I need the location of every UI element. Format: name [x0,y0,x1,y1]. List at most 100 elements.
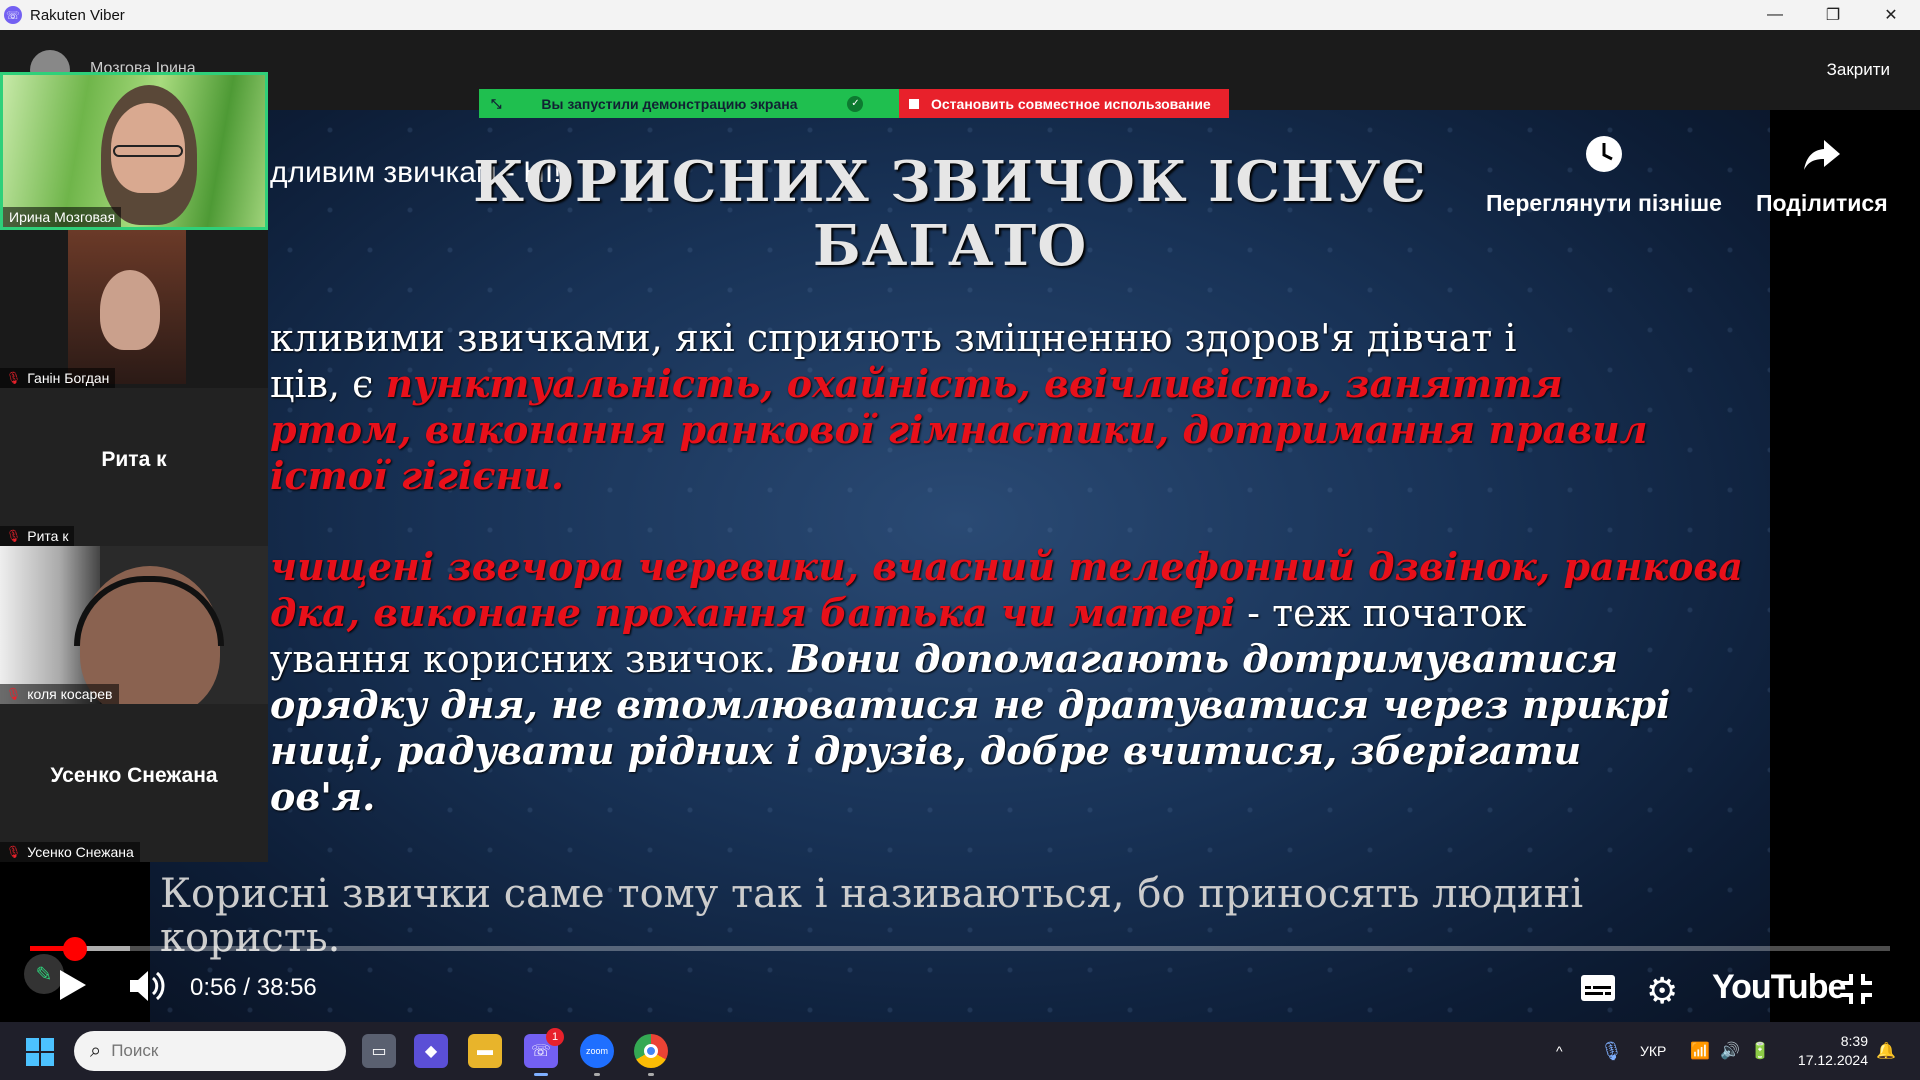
zoom-taskbar-icon[interactable]: zoom [580,1034,614,1076]
slide-text-emphasis: Вони допомагають дотримуватися [788,636,1619,681]
participant-name: Рита к [27,528,69,544]
exit-fullscreen-button[interactable] [1840,972,1874,1011]
participant-label: 🎙 коля косарев [0,684,119,704]
close-call-view-button[interactable]: Закрити [1827,60,1890,80]
participant-name: Ирина Мозговая [9,209,116,225]
participant-tile[interactable]: Ирина Мозговая [0,72,268,230]
participant-face [100,270,160,350]
slide-title-line: БАГАТО [812,213,1088,279]
slide-text: ців, є [270,362,386,406]
windows-taskbar: ⌕ ▭ ◆ ▬ ☏ 1 zoom ^ 🎙 УКР 📶 🔊 🔋 8:39 17.1… [0,1022,1920,1080]
windows-start-icon[interactable] [26,1038,54,1066]
zoom-label: zoom [585,1046,608,1056]
settings-gear-icon[interactable]: ⚙ [1646,970,1678,1012]
drag-handle-icon[interactable]: ⤡ [491,96,501,112]
exit-fullscreen-icon [1842,974,1872,1004]
slide-text-highlight: ртом, виконання ранкової гімнастики, дот… [270,407,1648,452]
participant-name: Усенко Снежана [27,844,134,860]
participant-placeholder-name: Рита к [101,448,167,471]
slide-paragraph: кливими звичками, які сприяють зміцненню… [270,316,1770,499]
participant-label: 🎙 Усенко Снежана [0,842,140,862]
close-window-button[interactable]: ✕ [1862,0,1920,30]
video-time: 0:56 / 38:56 [190,974,317,1001]
share-arrow-icon [1802,134,1842,190]
viber-taskbar-icon[interactable]: ☏ 1 [524,1028,564,1076]
slide-text-emphasis: ниці, радувати рідних і друзів, добре вч… [270,728,1582,773]
subtitles-button[interactable] [1580,974,1616,1007]
copilot-icon[interactable]: ◆ [414,1034,448,1068]
slide-text-emphasis: орядку дня, не втомлюватися не дратувати… [270,682,1671,727]
slide-paragraph: чищені звечора черевики, вчасний телефон… [270,544,1770,820]
file-explorer-icon[interactable]: ▬ [468,1034,502,1068]
slide-text-highlight: істої гігієни. [270,453,565,498]
mic-muted-icon: 🎙 [6,845,22,859]
window-title: Rakuten Viber [30,6,125,24]
slide-text: кливими звичками, які сприяють зміцненню… [270,316,1517,360]
participant-tile[interactable]: Рита к 🎙 Рита к [0,388,268,546]
taskbar-search[interactable]: ⌕ [74,1031,346,1071]
notifications-bell-icon[interactable]: 🔔 [1876,1022,1896,1080]
slide-footer-line: Корисні звички саме тому так і називають… [160,871,1584,917]
watch-later-button[interactable]: Переглянути пізніше [1486,134,1722,217]
shield-icon: ✓ [847,95,864,112]
minimize-button[interactable]: — [1746,0,1804,30]
sharing-status-text: Вы запустили демонстрацию экрана [541,95,798,112]
participant-tile[interactable]: 🎙 коля косарев [0,546,268,704]
slide-body: кливими звичками, які сприяють зміцненню… [270,316,1770,865]
youtube-logo[interactable]: YouTube [1712,968,1846,1007]
volume-icon [130,971,165,1001]
video-progress-bar[interactable] [30,946,1890,951]
progress-scrubber-handle[interactable] [63,937,87,961]
share-label: Поділитися [1756,190,1888,216]
clock-date: 17.12.2024 [1797,1052,1868,1068]
clock-icon [1584,134,1624,190]
microphone-icon[interactable]: 🎙 [1600,1022,1623,1080]
slide-text-highlight: пунктуальність, охайність, ввічливість, … [385,361,1563,406]
chrome-taskbar-icon[interactable] [634,1034,668,1076]
task-view-icon[interactable]: ▭ [362,1034,396,1068]
notification-badge: 1 [546,1028,564,1046]
search-input[interactable] [111,1041,292,1061]
slide-text: - теж початок [1235,591,1527,635]
participant-tile[interactable]: Усенко Снежана 🎙 Усенко Снежана [0,704,268,862]
slide-text-emphasis: ов'я. [270,774,376,819]
stop-icon [909,98,919,109]
mic-muted-icon: 🎙 [6,529,22,543]
mic-muted-icon: 🎙 [6,687,22,701]
restore-button[interactable]: ❐ [1804,0,1862,30]
share-button[interactable]: Поділитися [1756,134,1888,217]
chrome-center [644,1044,658,1058]
wifi-icon[interactable]: 📶 [1690,1022,1710,1080]
glasses-shape [113,145,183,157]
shared-video-area[interactable]: дливим звичкам - НІ! КОРИСНИХ ЗВИЧОК ІСН… [0,110,1920,1022]
stop-sharing-label: Остановить совместное использование [931,95,1211,112]
tray-overflow-icon[interactable]: ^ [1556,1022,1563,1080]
taskbar-clock[interactable]: 8:39 17.12.2024 [1798,1032,1868,1070]
volume-button[interactable] [128,968,168,1009]
screen-share-banner: ⤡ Вы запустили демонстрацию экрана ✓ Ост… [479,89,1229,118]
stop-sharing-button[interactable]: Остановить совместное использование [899,89,1229,118]
volume-tray-icon[interactable]: 🔊 [1720,1022,1740,1080]
language-indicator[interactable]: УКР [1640,1022,1666,1080]
play-icon [60,970,86,1000]
watch-later-label: Переглянути пізніше [1486,190,1722,216]
running-indicator [648,1073,654,1076]
participant-placeholder-name: Усенко Снежана [50,764,218,787]
viber-app-icon: ☏ [4,6,22,24]
clock-time: 8:39 [1840,1033,1868,1049]
mic-muted-icon: 🎙 [6,371,22,385]
participant-name: Ганін Богдан [27,370,110,386]
subtitles-icon [1581,975,1615,1001]
participant-label: Ирина Мозговая [3,207,122,227]
play-button[interactable] [58,968,88,1007]
slide-title: КОРИСНИХ ЗВИЧОК ІСНУЄ БАГАТО [380,150,1520,278]
participant-name: коля косарев [27,686,113,702]
participant-label: 🎙 Ганін Богдан [0,368,116,388]
participants-panel: Ирина Мозговая 🎙 Ганін Богдан Рита к 🎙 Рит… [0,72,270,862]
battery-icon[interactable]: 🔋 [1750,1022,1770,1080]
slide-footer-line: користь. [160,915,341,961]
participant-tile[interactable]: 🎙 Ганін Богдан [0,230,268,388]
participant-label: 🎙 Рита к [0,526,75,546]
active-indicator [534,1073,548,1076]
slide-text-highlight: дка, виконане прохання батька чи матері [270,590,1236,635]
